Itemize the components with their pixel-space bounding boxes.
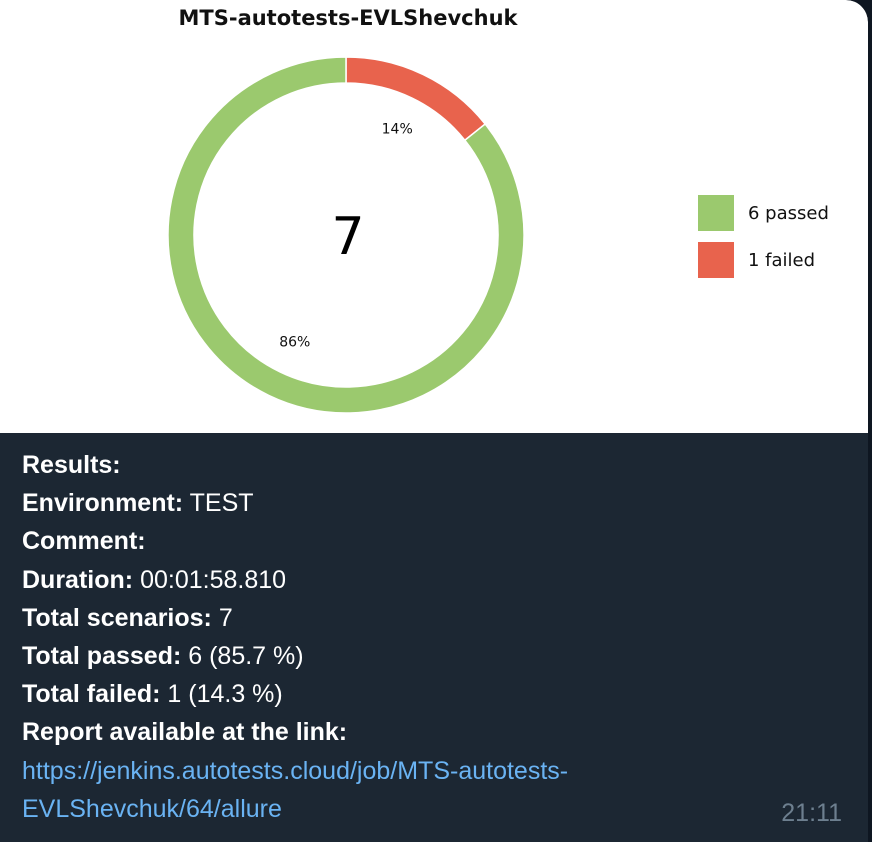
legend-item-passed: 6 passed	[698, 194, 829, 232]
total-passed-line: Total passed: 6 (85.7 %)	[22, 637, 568, 675]
report-link-line-1: https://jenkins.autotests.cloud/job/MTS-…	[22, 756, 569, 785]
total-passed-value: 6 (85.7 %)	[188, 642, 304, 671]
total-failed-label: Total failed:	[22, 680, 161, 709]
percent-label-failed: 14%	[382, 122, 413, 138]
duration-label: Duration:	[22, 565, 134, 594]
legend-item-failed: 1 failed	[698, 241, 829, 279]
total-failed-value: 1 (14.3 %)	[167, 680, 283, 709]
results-line: Results:	[22, 446, 568, 484]
chart-legend: 6 passed 1 failed	[698, 194, 829, 288]
total-scenarios-label: Total scenarios:	[22, 603, 212, 632]
environment-line: Environment: TEST	[22, 484, 568, 522]
environment-value: TEST	[189, 489, 254, 518]
results-label: Results:	[22, 451, 121, 479]
environment-label: Environment:	[22, 489, 184, 518]
message-time: 21:11	[781, 799, 842, 827]
donut-slice-failed	[345, 56, 487, 142]
chart-image[interactable]: MTS-autotests-EVLShevchuk 14% 86% 7 6 pass…	[0, 0, 868, 433]
report-link[interactable]: https://jenkins.autotests.cloud/job/MTS-…	[22, 752, 568, 828]
legend-swatch-passed	[698, 195, 734, 231]
legend-label-failed: 1 failed	[748, 249, 816, 271]
total-scenarios-line: Total scenarios: 7	[22, 599, 568, 637]
comment-label: Comment:	[22, 527, 146, 556]
total-scenarios-value: 7	[218, 603, 233, 632]
duration-value: 00:01:58.810	[140, 565, 287, 594]
message-bubble: MTS-autotests-EVLShevchuk 14% 86% 7 6 pass…	[0, 0, 868, 842]
report-label: Report available at the link:	[22, 718, 348, 747]
total-passed-label: Total passed:	[22, 642, 182, 671]
donut-center-total: 7	[331, 207, 364, 267]
report-link-line-2: EVLShevchuk/64/allure	[22, 794, 282, 823]
legend-label-passed: 6 passed	[748, 202, 829, 224]
duration-line: Duration: 00:01:58.810	[22, 561, 568, 599]
percent-label-passed: 86%	[279, 334, 310, 350]
report-line: Report available at the link:	[22, 713, 568, 751]
message-text: Results: Environment: TEST Comment: Dura…	[22, 446, 568, 828]
total-failed-line: Total failed: 1 (14.3 %)	[22, 675, 568, 713]
comment-line: Comment:	[22, 522, 568, 560]
legend-swatch-failed	[698, 242, 734, 278]
